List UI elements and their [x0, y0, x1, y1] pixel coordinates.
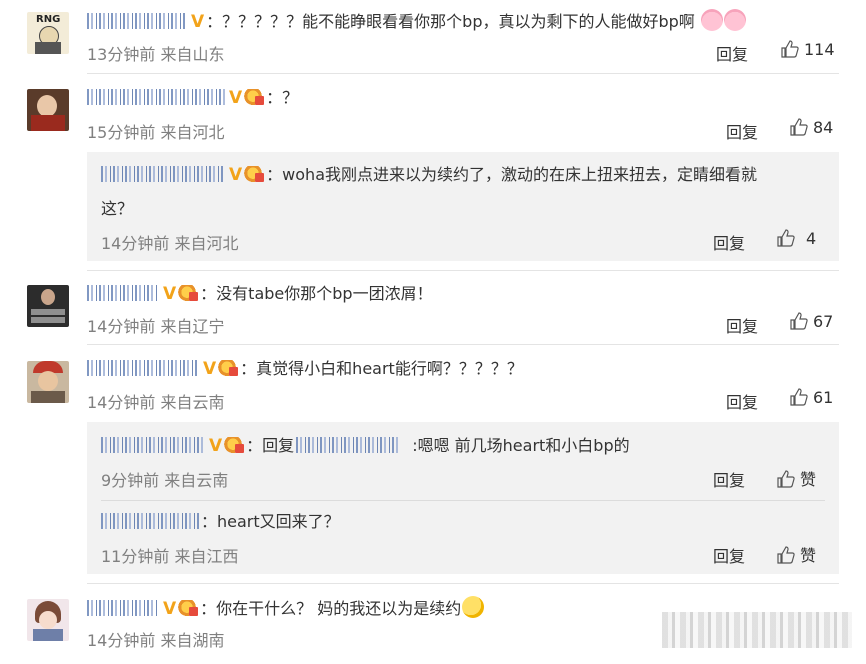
reply-button[interactable]: 回复 [713, 467, 745, 491]
vip-icon: V [203, 359, 217, 379]
reply-text: ：heart又回来了？ [201, 512, 340, 531]
avatar-label: RNG [36, 14, 61, 25]
like-count: 84 [813, 118, 834, 137]
username[interactable] [87, 600, 159, 616]
comment-text-line: V ：你在干什么？ 妈的我还以为是续约 [87, 596, 485, 620]
thumbs-up-icon [777, 229, 795, 247]
comment-text-line: V ：？ [87, 87, 298, 109]
reply-button[interactable]: 回复 [726, 313, 758, 337]
like-count: 67 [813, 312, 834, 331]
thumbs-up-icon [777, 546, 795, 564]
comment-text: ：你在干什么？ 妈的我还以为是续约 [200, 599, 462, 618]
vip-icon: V [163, 284, 177, 304]
like-button[interactable]: 61 [790, 388, 833, 407]
fan-medal-icon [244, 166, 265, 182]
comment-meta: 15分钟前 来自河北 [87, 123, 225, 142]
comment-text-line: V ：没有tabe你那个bp一团浓屑！ [87, 283, 433, 305]
fan-medal-icon [218, 360, 239, 376]
fan-medal-icon [244, 89, 265, 105]
like-count: 61 [813, 388, 834, 407]
like-count: 4 [806, 229, 817, 248]
pink-bunny-emoji-icon [700, 9, 723, 31]
username[interactable] [87, 360, 199, 376]
avatar[interactable] [27, 361, 69, 403]
username[interactable] [101, 166, 225, 182]
reply-meta: 14分钟前 来自河北 [101, 234, 239, 253]
thumbs-up-icon [790, 388, 808, 406]
avatar[interactable] [27, 89, 69, 131]
comment-text: ：？ [266, 88, 299, 107]
divider [87, 344, 839, 345]
reply-box: V ：woha我刚点进来以为续约了，激动的在床上扭来扭去，定睛细看就 这？ 14分… [87, 152, 839, 261]
comment-text: ：？？？？？能不能睁眼看看你那个bp，真以为剩下的人能做好bp啊 [206, 12, 695, 31]
divider [87, 583, 839, 584]
divider [101, 500, 825, 501]
like-button[interactable]: 67 [790, 312, 833, 331]
reply-text-line: 这？ [101, 199, 134, 218]
fan-medal-icon [224, 437, 245, 453]
like-count: 114 [804, 40, 835, 59]
username[interactable] [87, 285, 159, 301]
username[interactable] [101, 437, 205, 453]
pink-bunny-emoji-icon [723, 9, 746, 31]
like-button[interactable]: 114 [781, 40, 835, 59]
comment-text-line: V ：真觉得小白和heart能行啊？？？？？ [87, 358, 523, 380]
vip-icon: V [229, 165, 243, 185]
reply-button[interactable]: 回复 [713, 230, 745, 254]
vip-icon: V [191, 12, 205, 32]
comment-meta: 14分钟前 来自云南 [87, 393, 225, 412]
thumbs-up-icon [777, 470, 795, 488]
comment-meta: 14分钟前 来自湖南 [87, 631, 225, 650]
reply-button[interactable]: 回复 [726, 119, 758, 143]
reply-text-line: V ：woha我刚点进来以为续约了，激动的在床上扭来扭去，定睛细看就 [101, 164, 757, 186]
comment-meta: 13分钟前 来自山东 [87, 45, 225, 64]
comment-text: ：没有tabe你那个bp一团浓屑！ [200, 284, 433, 303]
watermark [662, 612, 852, 648]
comment-meta: 14分钟前 来自辽宁 [87, 317, 225, 336]
thumbs-up-icon [790, 118, 808, 136]
comment-text-line: V ：？？？？？能不能睁眼看看你那个bp，真以为剩下的人能做好bp啊 [87, 9, 746, 33]
thumbs-up-icon [790, 312, 808, 330]
avatar[interactable] [27, 599, 69, 641]
reply-text-line: ：heart又回来了？ [101, 511, 340, 533]
like-label: 赞 [800, 470, 817, 489]
like-label: 赞 [800, 546, 817, 565]
vip-icon: V [229, 88, 243, 108]
reply-text: ：woha我刚点进来以为续约了，激动的在床上扭来扭去，定睛细看就 [266, 165, 757, 184]
reply-meta: 9分钟前 来自云南 [101, 471, 229, 490]
smug-face-emoji-icon [462, 596, 485, 618]
reply-button[interactable]: 回复 [716, 41, 748, 65]
reply-button[interactable]: 回复 [726, 389, 758, 413]
reply-meta: 11分钟前 来自江西 [101, 547, 239, 566]
reply-button[interactable]: 回复 [713, 543, 745, 567]
vip-icon: V [163, 599, 177, 619]
reply-prefix: ：回复 [246, 436, 295, 455]
fan-medal-icon [178, 600, 199, 616]
username[interactable] [87, 13, 187, 29]
reply-target-username[interactable] [296, 437, 401, 453]
thumbs-up-icon [781, 40, 799, 58]
username[interactable] [101, 513, 199, 529]
vip-icon: V [209, 436, 223, 456]
reply-text: :嗯嗯 前几场heart和小白bp的 [412, 436, 630, 455]
avatar[interactable]: RNG [27, 12, 69, 54]
comment-text: ：真觉得小白和heart能行啊？？？？？ [240, 359, 523, 378]
like-button[interactable]: 4 [777, 229, 816, 248]
username[interactable] [87, 89, 225, 105]
fan-medal-icon [178, 285, 199, 301]
like-button[interactable]: 赞 [777, 542, 816, 566]
divider [87, 270, 839, 271]
like-button[interactable]: 赞 [777, 466, 816, 490]
reply-box: V ：回复 :嗯嗯 前几场heart和小白bp的 9分钟前 来自云南 回复 赞 ：h… [87, 422, 839, 574]
reply-text-line: V ：回复 :嗯嗯 前几场heart和小白bp的 [101, 435, 630, 457]
divider [87, 73, 839, 74]
avatar[interactable] [27, 285, 69, 327]
like-button[interactable]: 84 [790, 118, 833, 137]
